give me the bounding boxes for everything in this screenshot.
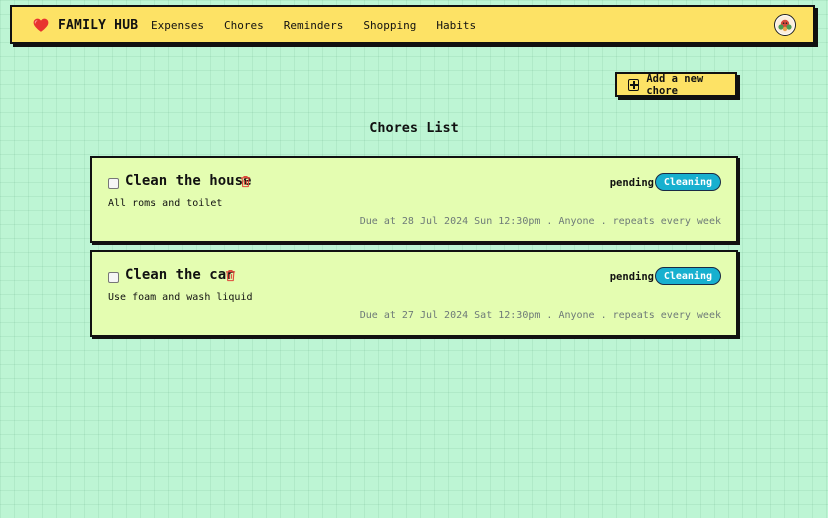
chore-title: Clean the house: [125, 173, 252, 189]
chore-description: Use foam and wash liquid: [108, 292, 253, 303]
chore-description: All roms and toilet: [108, 198, 223, 209]
add-chore-button[interactable]: Add a new chore: [615, 72, 737, 97]
trash-icon[interactable]: [225, 269, 236, 282]
chore-title: Clean the car: [125, 267, 235, 283]
avatar[interactable]: [774, 14, 796, 36]
category-tag[interactable]: Cleaning: [654, 267, 721, 285]
nav-chores[interactable]: Chores: [224, 19, 264, 32]
chore-checkbox[interactable]: [108, 178, 119, 189]
chore-checkbox[interactable]: [108, 272, 119, 283]
top-navbar: FAMILY HUB Expenses Chores Reminders Sho…: [10, 5, 815, 44]
plus-square-icon: [628, 78, 640, 91]
status-badge: pending: [609, 177, 654, 189]
page-title: Chores List: [369, 120, 459, 136]
chore-meta: Due at 27 Jul 2024 Sat 12:30pm . Anyone …: [359, 310, 721, 321]
status-badge: pending: [609, 271, 654, 283]
category-tag[interactable]: Cleaning: [654, 173, 721, 191]
brand[interactable]: FAMILY HUB: [32, 16, 138, 34]
chore-card: Clean the house pending Cleaning All rom…: [90, 156, 738, 243]
nav-links: Expenses Chores Reminders Shopping Habit…: [151, 19, 496, 32]
chore-card: Clean the car pending Cleaning Use foam …: [90, 250, 738, 337]
add-chore-label: Add a new chore: [646, 72, 704, 97]
chore-meta: Due at 28 Jul 2024 Sun 12:30pm . Anyone …: [359, 216, 721, 227]
brand-name: FAMILY HUB: [58, 17, 139, 33]
nav-shopping[interactable]: Shopping: [363, 19, 416, 32]
nav-expenses[interactable]: Expenses: [151, 19, 204, 32]
nav-habits[interactable]: Habits: [436, 19, 476, 32]
trash-icon[interactable]: [240, 175, 251, 188]
nav-reminders[interactable]: Reminders: [284, 19, 344, 32]
avatar-image: [776, 16, 794, 34]
heart-icon: [33, 18, 49, 32]
